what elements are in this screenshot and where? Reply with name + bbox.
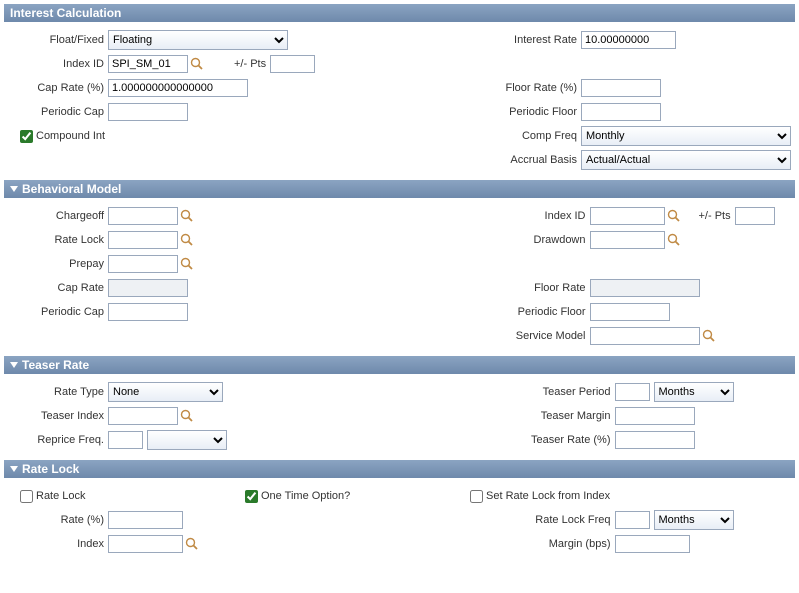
label-interest-rate: Interest Rate	[391, 34, 581, 46]
label-teaser-rate: Teaser Rate (%)	[400, 434, 615, 446]
rate-type-select[interactable]: None	[108, 382, 223, 402]
lookup-icon[interactable]	[180, 209, 194, 223]
label-teaser-index: Teaser Index	[8, 410, 108, 422]
lookup-icon[interactable]	[180, 257, 194, 271]
label-bm-periodic-floor: Periodic Floor	[400, 306, 590, 318]
label-rate-pct: Rate (%)	[8, 514, 108, 526]
chargeoff-input[interactable]	[108, 207, 178, 225]
periodic-cap-input[interactable]	[108, 103, 188, 121]
rate-lock-checkbox[interactable]	[20, 490, 33, 503]
label-rate-lock-chk: Rate Lock	[36, 490, 86, 502]
lookup-icon[interactable]	[180, 409, 194, 423]
pts-input[interactable]	[270, 55, 315, 73]
teaser-index-input[interactable]	[108, 407, 178, 425]
section-title: Rate Lock	[22, 462, 79, 476]
section-header-behavioral-model[interactable]: Behavioral Model	[4, 180, 795, 198]
lookup-icon[interactable]	[667, 209, 681, 223]
compound-int-checkbox[interactable]	[20, 130, 33, 143]
label-pts: +/- Pts	[234, 58, 266, 70]
label-chargeoff: Chargeoff	[8, 210, 108, 222]
interest-rate-input[interactable]	[581, 31, 676, 49]
section-body-behavioral-model: Chargeoff Rate Lock Prepay Cap Rate Peri…	[4, 198, 795, 350]
section-body-teaser-rate: Rate Type None Teaser Index Reprice Freq…	[4, 374, 795, 454]
label-cap-rate: Cap Rate (%)	[8, 82, 108, 94]
label-bm-periodic-cap: Periodic Cap	[8, 306, 108, 318]
section-body-rate-lock: Rate Lock One Time Option? Set Rate Lock…	[4, 478, 795, 558]
floor-rate-input[interactable]	[581, 79, 661, 97]
section-title: Teaser Rate	[22, 358, 89, 372]
teaser-period-input[interactable]	[615, 383, 650, 401]
section-header-interest-calculation: Interest Calculation	[4, 4, 795, 22]
collapse-icon	[10, 362, 18, 368]
label-bm-cap-rate: Cap Rate	[8, 282, 108, 294]
section-title: Behavioral Model	[22, 182, 121, 196]
label-bm-index-id: Index ID	[400, 210, 590, 222]
bm-periodic-floor-input[interactable]	[590, 303, 670, 321]
set-from-index-checkbox[interactable]	[470, 490, 483, 503]
label-floor-rate: Floor Rate (%)	[391, 82, 581, 94]
label-margin-bps: Margin (bps)	[400, 538, 615, 550]
label-service-model: Service Model	[400, 330, 590, 342]
prepay-input[interactable]	[108, 255, 178, 273]
rate-lock-input[interactable]	[108, 231, 178, 249]
lookup-icon[interactable]	[667, 233, 681, 247]
rate-lock-freq-unit-select[interactable]: Months	[654, 510, 734, 530]
rl-index-input[interactable]	[108, 535, 183, 553]
label-drawdown: Drawdown	[400, 234, 590, 246]
bm-pts-input[interactable]	[735, 207, 775, 225]
rate-lock-freq-input[interactable]	[615, 511, 650, 529]
label-set-from-index: Set Rate Lock from Index	[486, 490, 610, 502]
label-teaser-period: Teaser Period	[400, 386, 615, 398]
accrual-basis-select[interactable]: Actual/Actual	[581, 150, 791, 170]
one-time-checkbox[interactable]	[245, 490, 258, 503]
section-header-rate-lock[interactable]: Rate Lock	[4, 460, 795, 478]
label-index-id: Index ID	[8, 58, 108, 70]
section-body-interest-calculation: Float/Fixed Floating Index ID +/- Pts Ca…	[4, 22, 795, 174]
label-one-time: One Time Option?	[261, 490, 350, 502]
collapse-icon	[10, 466, 18, 472]
bm-index-id-input[interactable]	[590, 207, 665, 225]
lookup-icon[interactable]	[185, 537, 199, 551]
label-prepay: Prepay	[8, 258, 108, 270]
label-rl-index: Index	[8, 538, 108, 550]
comp-freq-select[interactable]: Monthly	[581, 126, 791, 146]
bm-cap-rate-input	[108, 279, 188, 297]
reprice-freq-input[interactable]	[108, 431, 143, 449]
bm-periodic-cap-input[interactable]	[108, 303, 188, 321]
label-float-fixed: Float/Fixed	[8, 34, 108, 46]
label-bm-floor-rate: Floor Rate	[400, 282, 590, 294]
bm-floor-rate-input	[590, 279, 700, 297]
cap-rate-input[interactable]	[108, 79, 248, 97]
label-periodic-floor: Periodic Floor	[391, 106, 581, 118]
service-model-input[interactable]	[590, 327, 700, 345]
section-header-teaser-rate[interactable]: Teaser Rate	[4, 356, 795, 374]
teaser-period-unit-select[interactable]: Months	[654, 382, 734, 402]
label-reprice-freq: Reprice Freq.	[8, 434, 108, 446]
rate-pct-input[interactable]	[108, 511, 183, 529]
collapse-icon	[10, 186, 18, 192]
label-rate-type: Rate Type	[8, 386, 108, 398]
section-title: Interest Calculation	[10, 6, 121, 20]
label-rate-lock: Rate Lock	[8, 234, 108, 246]
drawdown-input[interactable]	[590, 231, 665, 249]
index-id-input[interactable]	[108, 55, 188, 73]
periodic-floor-input[interactable]	[581, 103, 661, 121]
label-teaser-margin: Teaser Margin	[400, 410, 615, 422]
label-periodic-cap: Periodic Cap	[8, 106, 108, 118]
margin-bps-input[interactable]	[615, 535, 690, 553]
float-fixed-select[interactable]: Floating	[108, 30, 288, 50]
lookup-icon[interactable]	[190, 57, 204, 71]
label-bm-pts: +/- Pts	[699, 210, 731, 222]
label-comp-freq: Comp Freq	[391, 130, 581, 142]
teaser-rate-input[interactable]	[615, 431, 695, 449]
reprice-freq-unit-select[interactable]	[147, 430, 227, 450]
lookup-icon[interactable]	[180, 233, 194, 247]
label-compound-int: Compound Int	[36, 130, 105, 142]
lookup-icon[interactable]	[702, 329, 716, 343]
label-accrual-basis: Accrual Basis	[391, 154, 581, 166]
label-rate-lock-freq: Rate Lock Freq	[400, 514, 615, 526]
teaser-margin-input[interactable]	[615, 407, 695, 425]
